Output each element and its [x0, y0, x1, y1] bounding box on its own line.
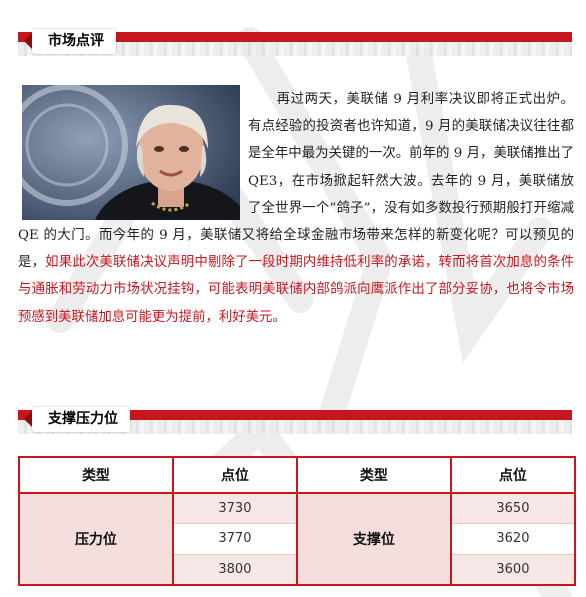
support-resistance-table: 类型 点位 类型 点位 压力位 3730 支撑位 3650 3770 3620 … [18, 456, 577, 586]
header-tab: 市场点评 [24, 29, 116, 54]
section-title-support-resistance: 支撑压力位 [48, 411, 118, 427]
table-row: 压力位 3730 支撑位 3650 [18, 492, 576, 586]
support-value: 3600 [450, 553, 576, 586]
resistance-value: 3730 [172, 492, 298, 525]
support-value: 3650 [450, 492, 576, 525]
section-header-support-resistance: 支撑压力位 [18, 404, 572, 434]
tab-corner-icon [24, 33, 32, 49]
table-header-level: 点位 [449, 456, 577, 494]
header-tab: 支撑压力位 [24, 407, 130, 432]
table-header-type: 类型 [18, 456, 174, 494]
photo-spacer [18, 86, 248, 221]
section-title-market-review: 市场点评 [48, 33, 104, 49]
resistance-label: 压力位 [18, 492, 174, 586]
resistance-value: 3800 [172, 553, 298, 586]
article-highlight-text: 如果此次美联储决议声明中剔除了一段时期内维持低利率的承诺，转而将首次加息的条件与… [18, 255, 575, 325]
resistance-value: 3770 [172, 523, 298, 555]
section-header-market-review: 市场点评 [18, 26, 572, 56]
market-review-article: 再过两天，美联储 9 月利率决议即将正式出炉。有点经验的投资者也许知道，9 月的… [18, 86, 574, 331]
table-header-level: 点位 [171, 456, 298, 494]
table-header-type: 类型 [295, 456, 452, 494]
table-header-row: 类型 点位 类型 点位 [18, 456, 577, 494]
support-value: 3620 [450, 523, 576, 555]
tab-corner-icon [24, 411, 32, 427]
support-label: 支撑位 [295, 492, 452, 586]
